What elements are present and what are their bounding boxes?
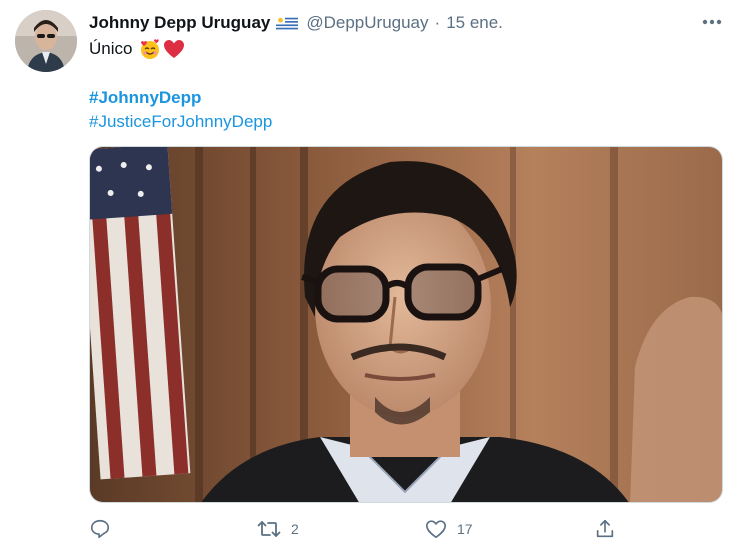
reply-icon	[90, 519, 110, 539]
retweet-count: 2	[291, 521, 299, 537]
avatar[interactable]	[15, 10, 77, 72]
hashtag-list: #JohnnyDepp #JusticeForJohnnyDepp	[89, 86, 272, 134]
retweet-button[interactable]: 2	[257, 514, 299, 544]
tweet-media-image[interactable]	[89, 146, 723, 503]
hashtag-link[interactable]: #JohnnyDepp	[89, 86, 272, 110]
share-button[interactable]	[594, 514, 616, 544]
tweet-text: Único	[89, 37, 185, 61]
like-count: 17	[457, 521, 473, 537]
author-handle[interactable]: @DeppUruguay	[306, 13, 428, 33]
hashtag-link[interactable]: #JusticeForJohnnyDepp	[89, 110, 272, 134]
author-name[interactable]: Johnny Depp Uruguay	[89, 13, 270, 33]
tweet-text-body: Único	[89, 39, 133, 58]
like-heart-icon	[426, 520, 446, 539]
separator-dot: ·	[434, 13, 441, 32]
smiling-face-with-hearts-icon	[141, 39, 160, 59]
like-button[interactable]: 17	[425, 514, 473, 544]
photo	[90, 147, 722, 502]
tweet-timestamp[interactable]: 15 ene.	[446, 13, 503, 33]
reply-button[interactable]	[89, 514, 121, 544]
retweet-icon	[257, 521, 281, 537]
tweet-card[interactable]: Johnny Depp Uruguay @DeppUruguay · 15 en…	[0, 0, 740, 554]
share-icon	[596, 519, 614, 538]
more-options-icon[interactable]	[700, 12, 724, 32]
tweet-actions: 2 17	[89, 514, 629, 544]
red-heart-icon	[164, 40, 185, 58]
uruguay-flag-icon	[276, 15, 299, 31]
avatar-image	[15, 10, 77, 72]
tweet-header: Johnny Depp Uruguay @DeppUruguay · 15 en…	[89, 10, 503, 36]
emoji-group	[139, 38, 185, 60]
